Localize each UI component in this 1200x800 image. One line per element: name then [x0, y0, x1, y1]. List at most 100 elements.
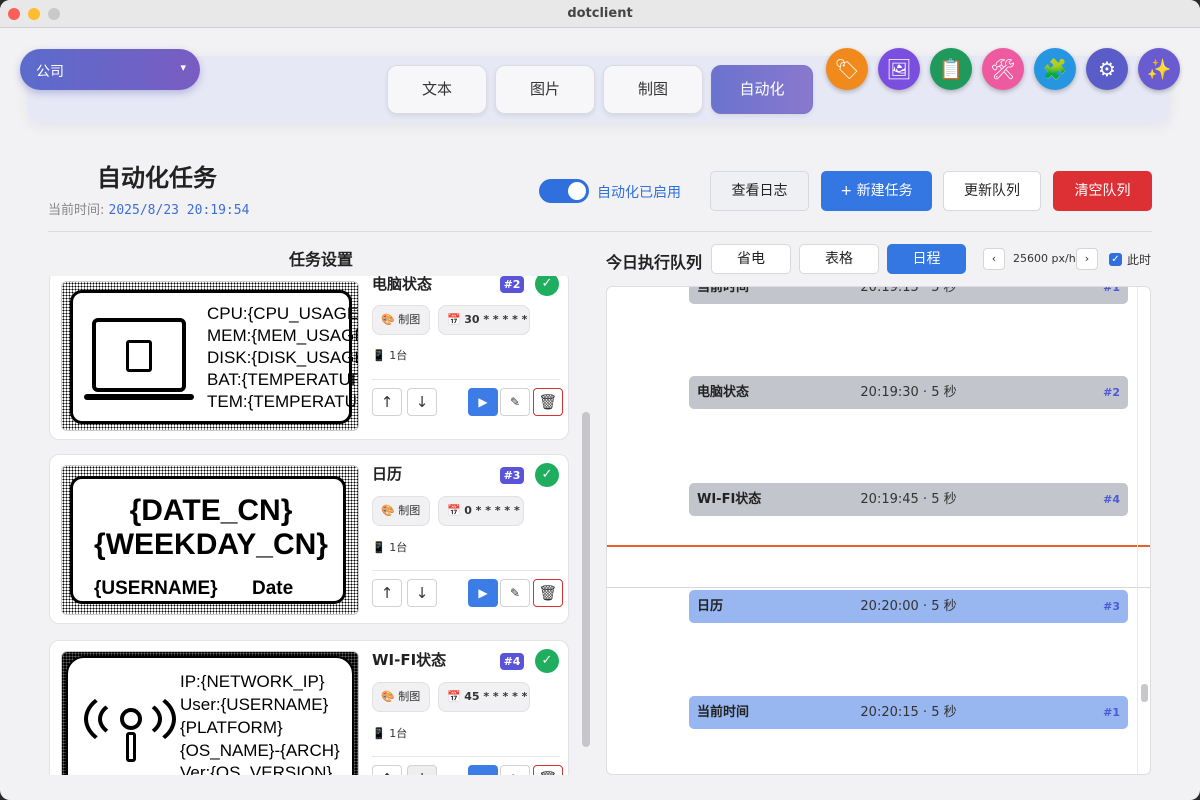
task-type-chip: 🎨 制图 [372, 305, 430, 335]
clipboard-icon[interactable]: 📋 [930, 48, 972, 90]
zoom-rate: 25600 px/h [1013, 252, 1076, 265]
time-value: 2025/8/23 20:19:54 [108, 203, 250, 218]
view-log-button[interactable]: 查看日志 [710, 171, 809, 211]
sparkle-icon[interactable]: ✨ [1138, 48, 1180, 90]
queue-item[interactable]: 当前时间 20:19:15 · 5 秒 #1 [689, 286, 1128, 304]
task-list-scrollbar[interactable] [582, 412, 590, 747]
schedule-scrollbar[interactable] [1141, 684, 1148, 702]
queue-item[interactable]: 日历 20:20:00 · 5 秒 #3 [689, 590, 1128, 623]
move-down-button[interactable]: ↓ [407, 388, 437, 416]
page-title: 自动化任务 [97, 164, 217, 192]
puzzle-icon[interactable]: 🧩 [1034, 48, 1076, 90]
palette-icon: 🎨 [381, 690, 395, 703]
hour-gridline [607, 587, 1150, 588]
tab-image[interactable]: 图片 [495, 65, 595, 114]
schedule-timeline[interactable]: 当前时间 20:19:15 · 5 秒 #1 电脑状态 20:19:30 · 5… [606, 286, 1151, 775]
move-up-button[interactable]: ↑ [372, 388, 402, 416]
queue-item[interactable]: 电脑状态 20:19:30 · 5 秒 #2 [689, 376, 1128, 409]
check-icon: ✓ [535, 649, 559, 673]
task-card[interactable]: {DATE_CN} {WEEKDAY_CN} {USERNAME} Date 日… [49, 454, 569, 624]
clear-queue-button[interactable]: 清空队列 [1053, 171, 1152, 211]
move-up-button[interactable]: ↑ [372, 765, 402, 775]
tag-icon[interactable]: 🏷 [826, 48, 868, 90]
task-list[interactable]: CPU:{CPU_USAGE} MEM:{MEM_USAGE} DISK:{DI… [48, 276, 572, 775]
cron-chip: 📅 0 * * * * * [438, 496, 524, 526]
task-preview: IP:{NETWORK_IP} User:{USERNAME} {PLATFOR… [61, 651, 359, 775]
preview-line: {USERNAME} [94, 578, 218, 599]
task-name: WI-FI状态 [372, 651, 447, 669]
view-table[interactable]: 表格 [799, 244, 879, 274]
queue-item-time: 20:20:15 · 5 秒 [860, 705, 957, 720]
queue-item-number: #4 [1103, 493, 1120, 506]
run-task-button[interactable]: ▶ [468, 765, 498, 775]
calendar-icon: 📅 [447, 504, 461, 517]
delete-task-button[interactable]: 🗑 [533, 765, 563, 775]
cron-value: 30 * * * * * [464, 313, 528, 326]
company-select[interactable]: 公司 ▾ [20, 49, 200, 90]
run-task-button[interactable]: ▶ [468, 579, 498, 607]
preview-line: TEM:{TEMPERATURE} [207, 392, 358, 411]
tab-drawing[interactable]: 制图 [603, 65, 703, 114]
queue-item-number: #1 [1103, 286, 1120, 294]
calendar-icon: 📅 [447, 313, 461, 326]
preview-line: Ver:{OS_VERSION} [180, 763, 333, 775]
preview-line: CPU:{CPU_USAGE} [207, 304, 359, 323]
preview-line: IP:{NETWORK_IP} [180, 672, 325, 691]
edit-task-button[interactable]: ✎ [500, 579, 530, 607]
queue-item-number: #2 [1103, 386, 1120, 399]
title-bar: dotclient [0, 0, 1200, 28]
queue-item-number: #1 [1103, 706, 1120, 719]
preview-line: Date [252, 578, 294, 599]
queue-item-time: 20:19:45 · 5 秒 [860, 492, 957, 507]
task-name: 日历 [372, 465, 403, 483]
automation-toggle[interactable] [539, 179, 589, 203]
preview-line: {PLATFORM} [180, 718, 283, 737]
view-schedule[interactable]: 日程 [887, 244, 966, 274]
cron-value: 0 * * * * * [464, 504, 520, 517]
zoom-out-button[interactable]: ‹ [983, 248, 1005, 270]
view-power-save[interactable]: 省电 [711, 244, 791, 274]
time-label: 当前时间: [48, 203, 105, 218]
cron-chip: 📅 30 * * * * * [438, 305, 530, 335]
queue-item[interactable]: 当前时间 20:20:15 · 5 秒 #1 [689, 696, 1128, 729]
gear-icon[interactable]: ⚙ [1086, 48, 1128, 90]
refresh-queue-button[interactable]: 更新队列 [943, 171, 1041, 211]
run-task-button[interactable]: ▶ [468, 388, 498, 416]
preview-line: {DATE_CN} [129, 494, 293, 527]
device-count-value: 1台 [389, 349, 408, 362]
device-count-value: 1台 [389, 541, 408, 554]
new-task-button[interactable]: + 新建任务 [821, 171, 932, 211]
current-time-line [607, 545, 1150, 547]
edit-task-button[interactable]: ✎ [500, 765, 530, 775]
device-count: 📱 1台 [372, 539, 407, 555]
task-card[interactable]: IP:{NETWORK_IP} User:{USERNAME} {PLATFOR… [49, 640, 569, 775]
chevron-down-icon: ▾ [180, 61, 186, 74]
move-up-button[interactable]: ↑ [372, 579, 402, 607]
task-preview: CPU:{CPU_USAGE} MEM:{MEM_USAGE} DISK:{DI… [61, 281, 359, 431]
tab-automation[interactable]: 自动化 [711, 65, 813, 114]
tools-icon[interactable]: 🛠 [982, 48, 1024, 90]
follow-now-checkbox[interactable]: ✓ [1109, 253, 1122, 266]
delete-task-button[interactable]: 🗑 [533, 388, 563, 416]
move-down-button[interactable]: ↓ [407, 765, 437, 775]
palette-icon: 🎨 [381, 313, 395, 326]
device-count-value: 1台 [389, 727, 408, 740]
zoom-in-button[interactable]: › [1076, 248, 1098, 270]
phone-icon: 📱 [372, 727, 386, 740]
phone-icon: 📱 [372, 349, 386, 362]
queue-item-time: 20:20:00 · 5 秒 [860, 599, 957, 614]
queue-item-number: #3 [1103, 600, 1120, 613]
task-name: 电脑状态 [372, 276, 433, 293]
task-number-badge: #2 [500, 276, 524, 293]
cron-chip: 📅 45 * * * * * [438, 682, 530, 712]
move-down-button[interactable]: ↓ [407, 579, 437, 607]
follow-now-label: 此时 [1127, 253, 1152, 267]
delete-task-button[interactable]: 🗑 [533, 579, 563, 607]
task-card[interactable]: CPU:{CPU_USAGE} MEM:{MEM_USAGE} DISK:{DI… [49, 276, 569, 440]
queue-item[interactable]: WI-FI状态 20:19:45 · 5 秒 #4 [689, 483, 1128, 516]
edit-task-button[interactable]: ✎ [500, 388, 530, 416]
tab-text[interactable]: 文本 [387, 65, 487, 114]
check-icon: ✓ [535, 463, 559, 487]
image-icon[interactable]: 🖼 [878, 48, 920, 90]
queue-item-time: 20:19:15 · 5 秒 [860, 286, 957, 295]
